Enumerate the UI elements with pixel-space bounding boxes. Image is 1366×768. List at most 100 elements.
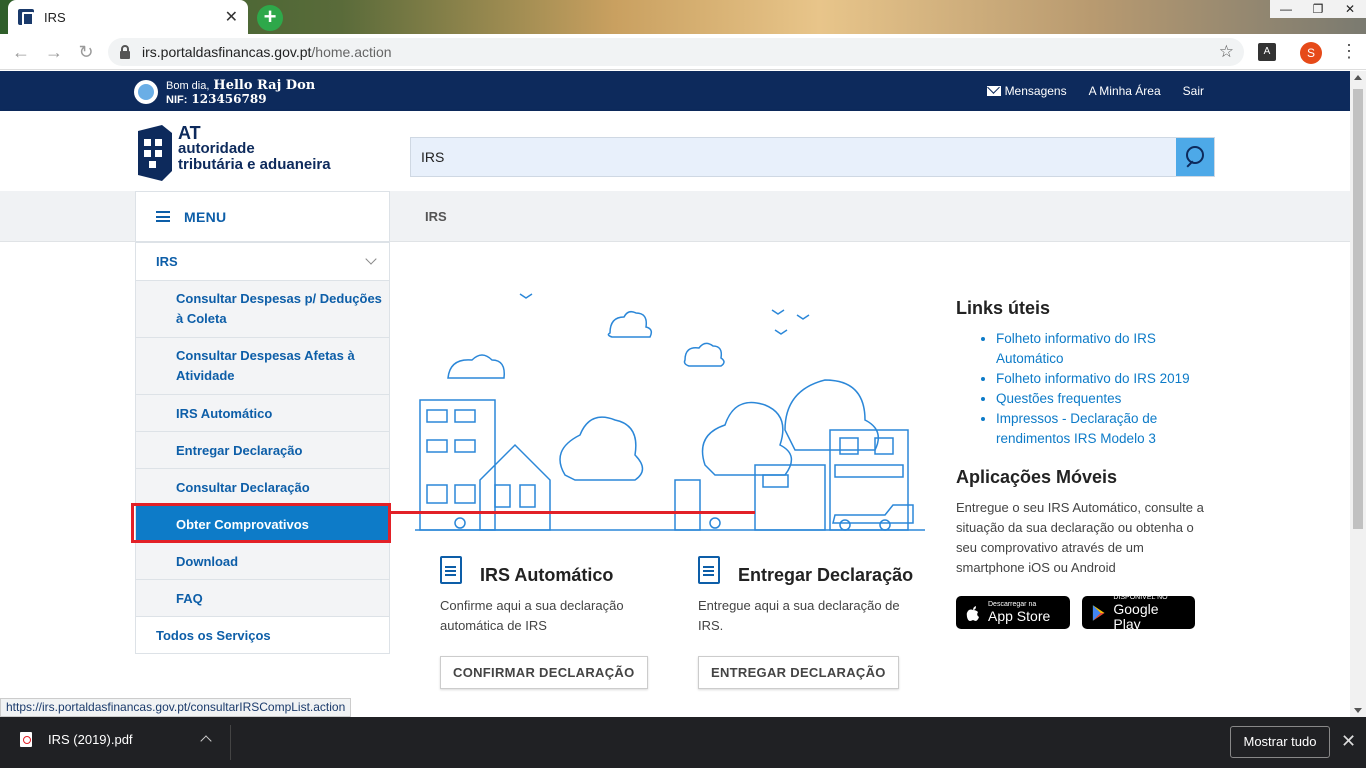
site-header: AT autoridade tributária e aduaneira (0, 111, 1350, 191)
breadcrumb: IRS (425, 209, 447, 224)
document-icon (440, 556, 462, 584)
user-greeting: Bom dia, Hello Raj Don NIF: 123456789 (166, 79, 315, 107)
browser-titlebar: IRS ✕ + — ❐ ✕ (0, 0, 1366, 34)
card-text: Confirme aqui a sua declaração automátic… (440, 598, 624, 633)
download-filename: IRS (2019).pdf (48, 732, 133, 747)
close-download-bar-icon[interactable]: ✕ (1341, 731, 1356, 752)
sidebar-section-label: IRS (156, 254, 178, 269)
nif-value: 123456789 (191, 92, 267, 106)
sidebar-item-faq[interactable]: FAQ (136, 580, 389, 617)
profile-avatar[interactable]: S (1300, 42, 1322, 64)
address-bar[interactable]: irs.portaldasfinancas.gov.pt /home.actio… (108, 38, 1244, 66)
scroll-up-arrow-icon[interactable] (1354, 75, 1362, 80)
logo-at: AT (178, 123, 201, 143)
apps-title: Aplicações Móveis (956, 467, 1118, 487)
sidebar-item-todos-servicos[interactable]: Todos os Serviços (136, 617, 389, 653)
bookmark-star-icon[interactable]: ☆ (1219, 42, 1234, 62)
google-play-icon (1092, 604, 1105, 621)
sidebar-item-label: FAQ (176, 590, 203, 606)
card-title: Entregar Declaração (738, 565, 914, 585)
sidebar-item-label: Download (176, 553, 239, 569)
at-logo[interactable]: AT autoridade tributária e aduaneira (136, 123, 331, 181)
sidebar-item-label: Entregar Declaração (176, 442, 303, 458)
link-folheto-irs-automatico[interactable]: Folheto informativo do IRS Automático (996, 329, 1216, 369)
greeting-text: Bom dia, (166, 80, 210, 92)
apple-icon (966, 605, 979, 621)
user-avatar-icon (134, 80, 158, 104)
chevron-up-icon[interactable] (200, 735, 212, 747)
back-arrow-icon[interactable]: ← (10, 41, 32, 63)
show-all-button[interactable]: Mostrar tudo (1230, 726, 1330, 758)
at-emblem-icon (138, 125, 172, 181)
pdf-file-icon (20, 732, 32, 747)
sidebar-item-entregar-declaracao[interactable]: Entregar Declaração (136, 432, 389, 469)
reload-icon[interactable]: ↻ (75, 41, 97, 63)
search-input[interactable] (411, 138, 1177, 176)
logo-line-3: tributária e aduaneira (178, 156, 331, 173)
download-separator (230, 725, 231, 760)
browser-tab[interactable]: IRS ✕ (8, 0, 248, 34)
sidebar-item-label: Consultar Despesas p/ Deduções à Coleta (176, 291, 382, 326)
sidebar-item-label: IRS Automático (176, 405, 273, 421)
browser-menu-icon[interactable]: ⋮ (1340, 41, 1358, 62)
tab-title: IRS (44, 9, 66, 25)
sidebar-item-label: Todos os Serviços (156, 627, 271, 643)
logout-link[interactable]: Sair (1183, 84, 1204, 98)
hamburger-icon (156, 211, 170, 222)
window-close-button[interactable]: ✕ (1334, 0, 1366, 18)
annotation-arrow (390, 511, 755, 514)
page-scrollbar[interactable] (1350, 71, 1366, 717)
sidebar-item-label: Consultar Declaração (176, 479, 310, 495)
scroll-down-arrow-icon[interactable] (1354, 708, 1362, 713)
chevron-down-icon (365, 253, 377, 265)
sidebar-item-download[interactable]: Download (136, 543, 389, 580)
right-column: Links úteis Folheto informativo do IRS A… (956, 298, 1216, 632)
site-topbar: Bom dia, Hello Raj Don NIF: 123456789 Mens… (0, 71, 1350, 111)
menu-toggle[interactable]: MENU (135, 191, 390, 242)
sidebar-item-consultar-despesas-deducoes[interactable]: Consultar Despesas p/ Deduções à Coleta (136, 281, 389, 338)
forward-arrow-icon[interactable]: → (43, 41, 65, 63)
link-impressos-modelo-3[interactable]: Impressos - Declaração de rendimentos IR… (996, 409, 1216, 449)
search-button[interactable] (1176, 138, 1214, 176)
sidebar: IRS Consultar Despesas p/ Deduções à Col… (135, 242, 390, 654)
browser-toolbar: ← → ↻ irs.portaldasfinancas.gov.pt /home… (0, 34, 1366, 70)
url-host: irs.portaldasfinancas.gov.pt (142, 44, 312, 60)
sidebar-section-irs[interactable]: IRS (136, 243, 389, 281)
scroll-thumb[interactable] (1353, 89, 1363, 529)
messages-link[interactable]: Mensagens (986, 84, 1067, 98)
links-uteis-list: Folheto informativo do IRS Automático Fo… (996, 329, 1216, 449)
google-play-big: Google Play (1113, 600, 1159, 632)
lock-icon (120, 44, 130, 59)
messages-label: Mensagens (1004, 84, 1067, 98)
card-title: IRS Automático (480, 565, 614, 585)
sidebar-item-consultar-despesas-afetas[interactable]: Consultar Despesas Afetas à Atividade (136, 338, 389, 395)
new-tab-button[interactable]: + (257, 5, 283, 31)
app-store-badge[interactable]: Descarregar na App Store (956, 596, 1070, 629)
city-illustration (415, 293, 925, 531)
site-search (410, 137, 1215, 177)
app-store-big: App Store (988, 608, 1051, 624)
menu-label: MENU (184, 208, 227, 225)
pdf-extension-icon[interactable]: A (1258, 43, 1276, 61)
user-name: Hello Raj Don (213, 78, 316, 93)
sidebar-item-irs-automatico[interactable]: IRS Automático (136, 395, 389, 432)
google-play-badge[interactable]: DISPONÍVEL NO Google Play (1082, 594, 1195, 632)
close-tab-icon[interactable]: ✕ (225, 7, 238, 27)
entregar-declaracao-button[interactable]: ENTREGAR DECLARAÇÃO (698, 656, 899, 689)
sidebar-item-label: Consultar Despesas Afetas à Atividade (176, 348, 355, 383)
download-bar: IRS (2019).pdf Mostrar tudo ✕ (0, 717, 1366, 768)
logo-line-2: autoridade (178, 140, 255, 157)
minimize-button[interactable]: — (1270, 0, 1302, 18)
envelope-icon (986, 86, 1001, 96)
url-path: /home.action (311, 44, 392, 60)
download-item[interactable]: IRS (2019).pdf (20, 732, 133, 747)
links-uteis-title: Links úteis (956, 298, 1051, 318)
sidebar-item-consultar-declaracao[interactable]: Consultar Declaração (136, 469, 389, 506)
my-area-link[interactable]: A Minha Área (1089, 84, 1161, 98)
restore-button[interactable]: ❐ (1302, 0, 1334, 18)
confirmar-declaracao-button[interactable]: CONFIRMAR DECLARAÇÃO (440, 656, 648, 689)
window-controls: — ❐ ✕ (1270, 0, 1366, 18)
link-folheto-irs-2019[interactable]: Folheto informativo do IRS 2019 (996, 369, 1216, 389)
link-questoes-frequentes[interactable]: Questões frequentes (996, 389, 1216, 409)
status-url: https://irs.portaldasfinancas.gov.pt/con… (0, 698, 352, 717)
